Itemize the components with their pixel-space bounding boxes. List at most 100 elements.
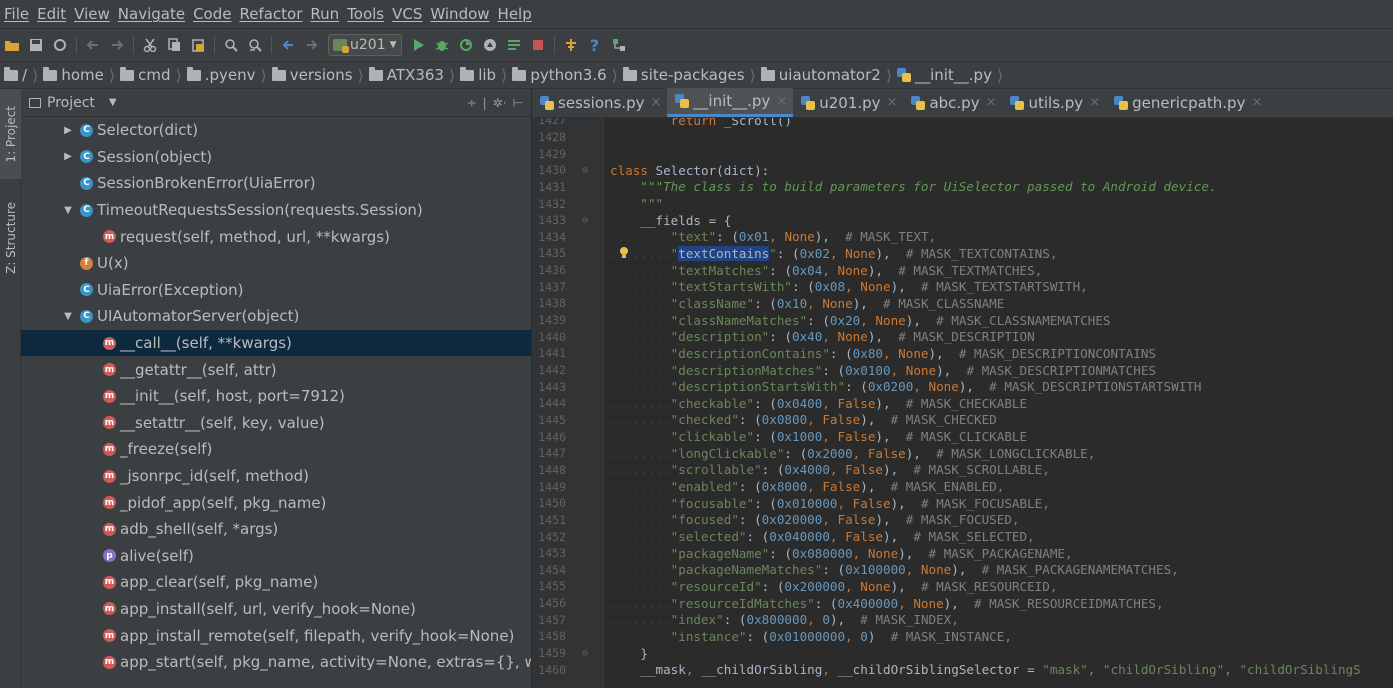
tree-item[interactable]: ▶ C Selector(dict) bbox=[21, 117, 531, 144]
menu-refactor[interactable]: Refactor bbox=[237, 5, 308, 23]
tree-item[interactable]: m app_install(self, url, verify_hook=None… bbox=[21, 596, 531, 623]
expand-arrow-icon[interactable]: ▼ bbox=[61, 205, 75, 216]
close-icon[interactable]: × bbox=[776, 94, 787, 109]
tab-init-py[interactable]: __init__.py × bbox=[667, 88, 794, 117]
run-with-concurrency-icon[interactable] bbox=[503, 34, 525, 56]
breadcrumb-item[interactable]: ATX363 bbox=[368, 66, 444, 84]
close-icon[interactable]: × bbox=[1251, 95, 1262, 110]
fold-marker-icon[interactable]: ⊖ bbox=[566, 648, 604, 659]
breadcrumb-item[interactable]: python3.6 bbox=[512, 66, 607, 84]
cut-icon[interactable] bbox=[139, 34, 161, 56]
fold-marker-icon[interactable]: ⊖ bbox=[566, 215, 604, 226]
profile-icon[interactable] bbox=[479, 34, 501, 56]
breadcrumb-item[interactable]: / bbox=[4, 66, 27, 84]
menu-view[interactable]: View bbox=[72, 5, 116, 23]
code-line: 1443 ........"descriptionStartsWith": (0x… bbox=[532, 378, 1393, 395]
menu-edit[interactable]: Edit bbox=[35, 5, 72, 23]
vcs-icon[interactable] bbox=[560, 34, 582, 56]
tree-item[interactable]: ▶ C Session(object) bbox=[21, 144, 531, 171]
code-token: "focused" bbox=[670, 512, 739, 528]
stop-icon[interactable] bbox=[527, 34, 549, 56]
tree-item[interactable]: m adb_shell(self, *args) bbox=[21, 516, 531, 543]
sync-icon[interactable] bbox=[49, 34, 71, 56]
breadcrumb-item[interactable]: __init__.py bbox=[897, 66, 992, 84]
menu-code[interactable]: Code bbox=[191, 5, 237, 23]
paste-icon[interactable] bbox=[187, 34, 209, 56]
tree-item[interactable]: m __call__(self, **kwargs) bbox=[21, 329, 531, 357]
breadcrumb-item[interactable]: cmd bbox=[120, 66, 170, 84]
tab-genericpath-py[interactable]: genericpath.py × bbox=[1106, 88, 1268, 117]
open-folder-icon[interactable] bbox=[1, 34, 23, 56]
menu-vcs[interactable]: VCS bbox=[390, 5, 428, 23]
project-structure-icon[interactable] bbox=[608, 34, 630, 56]
tree-item[interactable]: C UiaError(Exception) bbox=[21, 277, 531, 304]
code-token: ), bbox=[928, 345, 959, 361]
code-token: 0x40 bbox=[792, 329, 823, 345]
menu-help[interactable]: Help bbox=[496, 5, 538, 23]
close-icon[interactable]: × bbox=[651, 95, 662, 110]
back-arrow-icon[interactable] bbox=[82, 34, 104, 56]
hide-panel-icon[interactable]: ⊢ bbox=[513, 96, 523, 110]
tree-item[interactable]: m __init__(self, host, port=7912) bbox=[21, 383, 531, 410]
save-all-icon[interactable] bbox=[25, 34, 47, 56]
tree-item[interactable]: m app_start(self, pkg_name, activity=None… bbox=[21, 649, 531, 676]
coverage-icon[interactable] bbox=[455, 34, 477, 56]
tree-item[interactable]: m __getattr__(self, attr) bbox=[21, 356, 531, 383]
tree-item[interactable]: f U(x) bbox=[21, 250, 531, 277]
collapse-arrow-icon[interactable]: ▶ bbox=[61, 125, 75, 136]
menu-window[interactable]: Window bbox=[428, 5, 495, 23]
close-icon[interactable]: × bbox=[1089, 95, 1100, 110]
python-file-icon bbox=[540, 95, 554, 110]
menu-tools[interactable]: Tools bbox=[345, 5, 390, 23]
expand-arrow-icon[interactable]: ▼ bbox=[61, 311, 75, 322]
tree-item[interactable]: m _jsonrpc_id(self, method) bbox=[21, 463, 531, 490]
fold-marker-icon[interactable]: ⊖ bbox=[566, 165, 604, 176]
breadcrumb-label: / bbox=[22, 66, 28, 84]
tab-structure-tool[interactable]: Z: Structure bbox=[0, 185, 21, 291]
breadcrumb-item[interactable]: versions bbox=[271, 66, 353, 84]
close-icon[interactable]: × bbox=[887, 95, 898, 110]
menu-run[interactable]: Run bbox=[308, 5, 345, 23]
navigate-back-icon[interactable] bbox=[277, 34, 299, 56]
tree-item[interactable]: m app_clear(self, pkg_name) bbox=[21, 569, 531, 596]
tree-item[interactable]: m __setattr__(self, key, value) bbox=[21, 410, 531, 437]
debug-icon[interactable] bbox=[431, 34, 453, 56]
menu-navigate[interactable]: Navigate bbox=[116, 5, 191, 23]
navigate-forward-icon[interactable] bbox=[301, 34, 323, 56]
forward-arrow-icon[interactable] bbox=[106, 34, 128, 56]
tab-utils-py[interactable]: utils.py × bbox=[1002, 88, 1106, 117]
breadcrumb-item[interactable]: .pyenv bbox=[186, 66, 256, 84]
gear-icon[interactable]: ✲· bbox=[493, 96, 507, 110]
code-editor[interactable]: 1427 return _Scroll() 1428 1429 1430 ⊖ class … bbox=[532, 118, 1393, 688]
tree-item[interactable]: m _freeze(self) bbox=[21, 436, 531, 463]
copy-icon[interactable] bbox=[163, 34, 185, 56]
find-icon[interactable] bbox=[220, 34, 242, 56]
tab-project-tool[interactable]: 1: Project bbox=[0, 89, 21, 179]
tree-item[interactable]: C SessionBrokenError(UiaError) bbox=[21, 170, 531, 197]
breadcrumb-item[interactable]: home bbox=[43, 66, 104, 84]
tree-item[interactable]: p alive(self) bbox=[21, 543, 531, 570]
scroll-from-source-icon[interactable]: ÷ bbox=[467, 96, 477, 110]
menu-file[interactable]: File bbox=[2, 5, 35, 23]
tab-u201-py[interactable]: u201.py × bbox=[793, 88, 903, 117]
project-view-selector[interactable]: Project ▼ bbox=[29, 95, 117, 111]
tree-item[interactable]: m request(self, method, url, **kwargs) bbox=[21, 223, 531, 250]
breadcrumb-item[interactable]: site-packages bbox=[622, 66, 745, 84]
lightbulb-icon[interactable] bbox=[619, 247, 629, 259]
tree-item[interactable]: ▼ C TimeoutRequestsSession(requests.Sessio… bbox=[21, 197, 531, 224]
replace-icon[interactable] bbox=[244, 34, 266, 56]
tree-item[interactable]: m app_install_remote(self, filepath, veri… bbox=[21, 622, 531, 649]
run-icon[interactable] bbox=[407, 34, 429, 56]
tab-sessions-py[interactable]: sessions.py × bbox=[532, 88, 667, 117]
collapse-arrow-icon[interactable]: ▶ bbox=[61, 151, 75, 162]
run-config-selector[interactable]: u201 ▼ bbox=[328, 34, 402, 56]
breadcrumb-item[interactable]: lib bbox=[460, 66, 496, 84]
tree-item[interactable]: m _pidof_app(self, pkg_name) bbox=[21, 489, 531, 516]
line-number: 1437 bbox=[538, 279, 566, 294]
tab-abc-py[interactable]: abc.py × bbox=[903, 88, 1002, 117]
code-token: ........ bbox=[610, 445, 671, 461]
help-icon[interactable]: ? bbox=[584, 34, 606, 56]
breadcrumb-item[interactable]: uiautomator2 bbox=[760, 66, 881, 84]
close-icon[interactable]: × bbox=[986, 95, 997, 110]
tree-item[interactable]: ▼ C UIAutomatorServer(object) bbox=[21, 303, 531, 330]
